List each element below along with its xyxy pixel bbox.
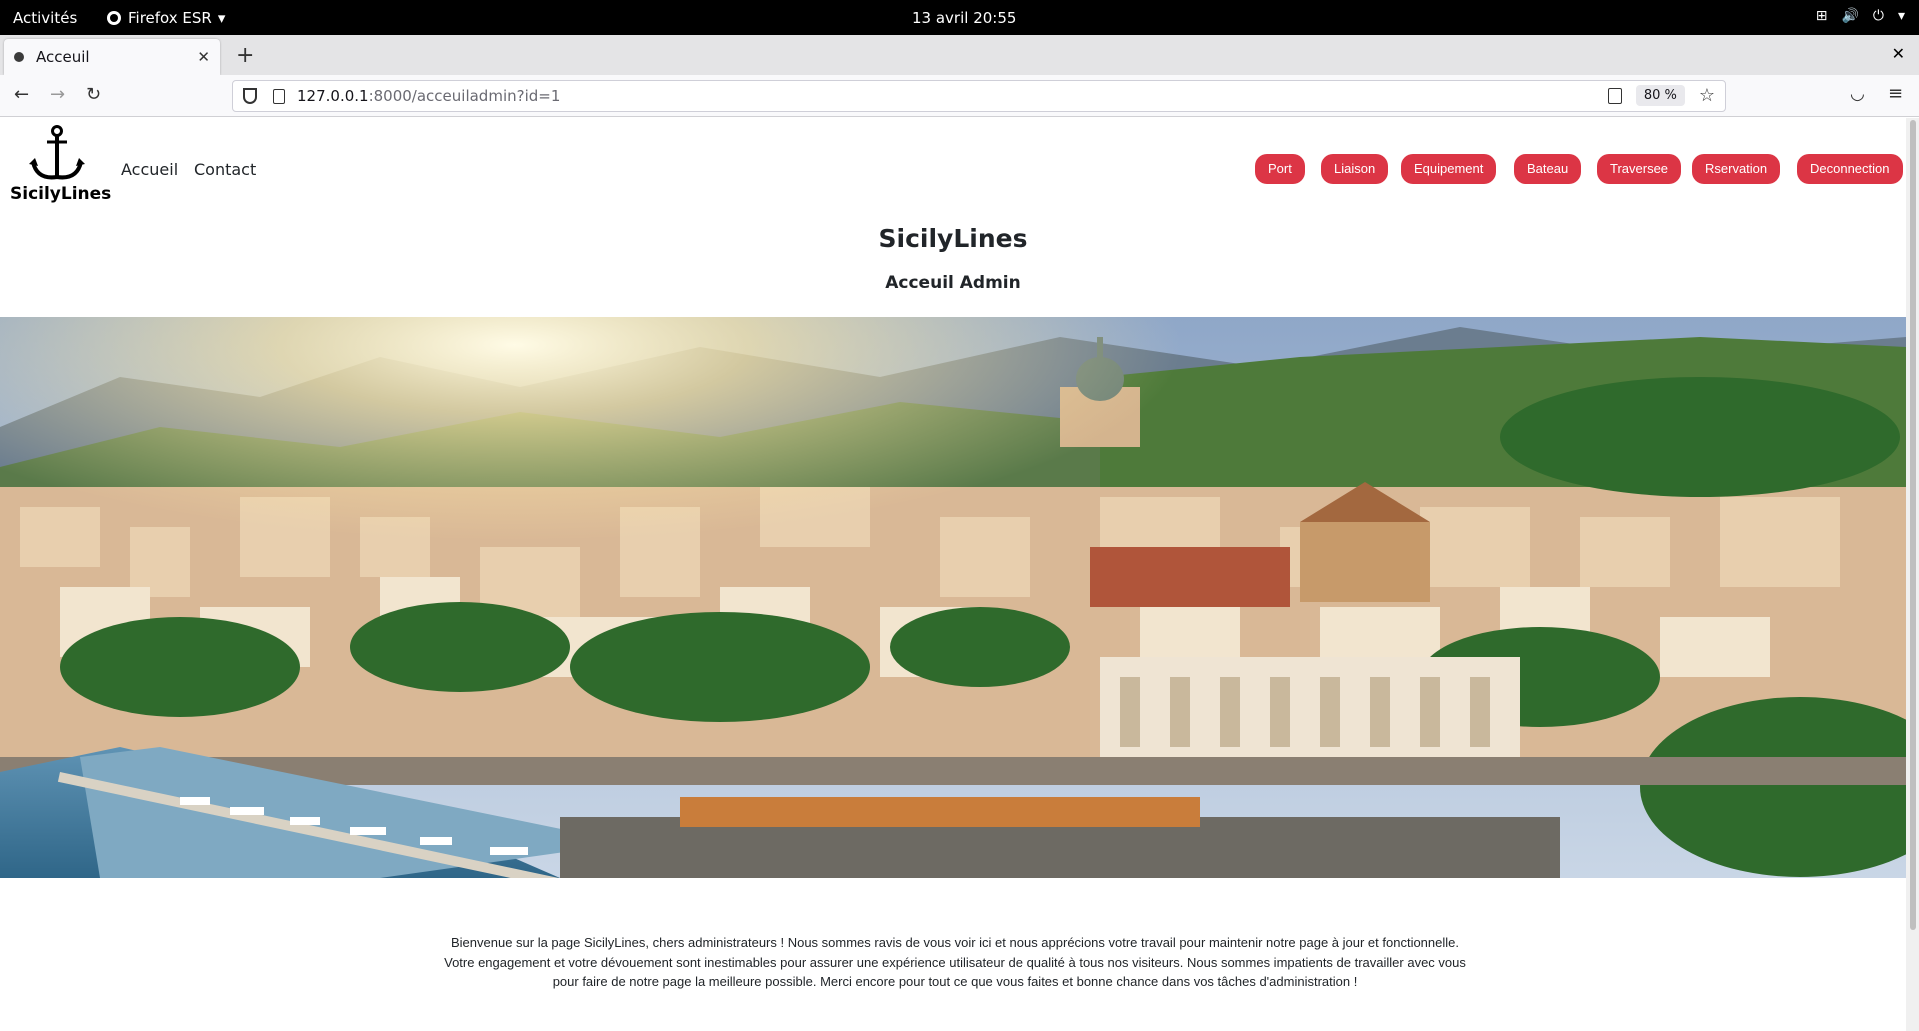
- browser-tab[interactable]: Acceuil ✕: [4, 39, 220, 75]
- close-tab-icon[interactable]: ✕: [197, 48, 210, 66]
- app-menu-label: Firefox ESR: [128, 9, 212, 27]
- hero-cityscape-image: [0, 317, 1906, 878]
- power-icon: ⏻: [1872, 8, 1884, 24]
- app-menu[interactable]: Firefox ESR ▾: [106, 9, 225, 27]
- new-tab-button[interactable]: +: [236, 43, 254, 68]
- page-subtitle: Acceuil Admin: [885, 273, 1021, 293]
- system-top-bar: Activités Firefox ESR ▾ 13 avril 20:55 ⊞…: [0, 0, 1919, 35]
- welcome-message: Bienvenue sur la page SicilyLines, chers…: [444, 935, 1466, 989]
- equipement-button[interactable]: Equipement: [1401, 154, 1497, 184]
- pocket-icon[interactable]: ◡: [1850, 84, 1865, 104]
- hamburger-menu-icon[interactable]: ≡: [1888, 83, 1903, 104]
- liaison-button[interactable]: Liaison: [1321, 154, 1389, 184]
- scrollbar-thumb[interactable]: [1910, 120, 1916, 930]
- bookmark-star-icon[interactable]: ☆: [1699, 85, 1715, 106]
- bateau-button[interactable]: Bateau: [1514, 154, 1582, 184]
- url-text[interactable]: 127.0.0.1:8000/acceuiladmin?id=1: [297, 87, 560, 105]
- deconnection-button[interactable]: Deconnection: [1797, 154, 1903, 184]
- navigation-toolbar: ← → ↻ 127.0.0.1:8000/acceuiladmin?id=1 8…: [0, 75, 1919, 117]
- reader-view-icon[interactable]: [1607, 87, 1622, 104]
- shield-icon[interactable]: [243, 88, 257, 104]
- reservation-button[interactable]: Rservation: [1692, 154, 1781, 184]
- volume-icon: 🔊: [1841, 8, 1859, 24]
- nav-link-accueil[interactable]: Accueil: [121, 160, 178, 179]
- zoom-level-button[interactable]: 80 %: [1635, 85, 1685, 106]
- tab-strip: Acceuil ✕ + ✕: [0, 35, 1919, 75]
- page-title: SicilyLines: [878, 224, 1028, 253]
- anchor-icon: [29, 125, 85, 180]
- page-info-icon[interactable]: [273, 88, 285, 104]
- system-tray[interactable]: ⊞ 🔊 ⏻ ▾: [1816, 8, 1905, 24]
- caret-down-icon: ▾: [217, 9, 226, 27]
- reload-icon[interactable]: ↻: [86, 84, 101, 105]
- traversee-button[interactable]: Traversee: [1597, 154, 1682, 184]
- port-button[interactable]: Port: [1255, 154, 1305, 184]
- clock[interactable]: 13 avril 20:55: [912, 9, 1016, 27]
- page-content: SicilyLines Accueil Contact Port Liaison…: [0, 118, 1906, 1031]
- back-icon[interactable]: ←: [14, 84, 29, 105]
- url-bar[interactable]: 127.0.0.1:8000/acceuiladmin?id=1 80 % ☆: [232, 80, 1726, 112]
- caret-down-icon: ▾: [1897, 8, 1905, 24]
- close-window-icon[interactable]: ✕: [1892, 44, 1905, 63]
- tab-title: Acceuil: [36, 48, 90, 66]
- firefox-icon: [107, 11, 121, 25]
- site-logo[interactable]: SicilyLines: [10, 124, 112, 204]
- site-navbar: SicilyLines Accueil Contact Port Liaison…: [0, 118, 1906, 213]
- activities-button[interactable]: Activités: [13, 9, 77, 27]
- network-icon: ⊞: [1815, 8, 1828, 24]
- tab-favicon-icon: [14, 52, 24, 62]
- site-brand: SicilyLines: [10, 184, 112, 204]
- nav-link-contact[interactable]: Contact: [194, 160, 256, 179]
- forward-icon[interactable]: →: [50, 84, 65, 105]
